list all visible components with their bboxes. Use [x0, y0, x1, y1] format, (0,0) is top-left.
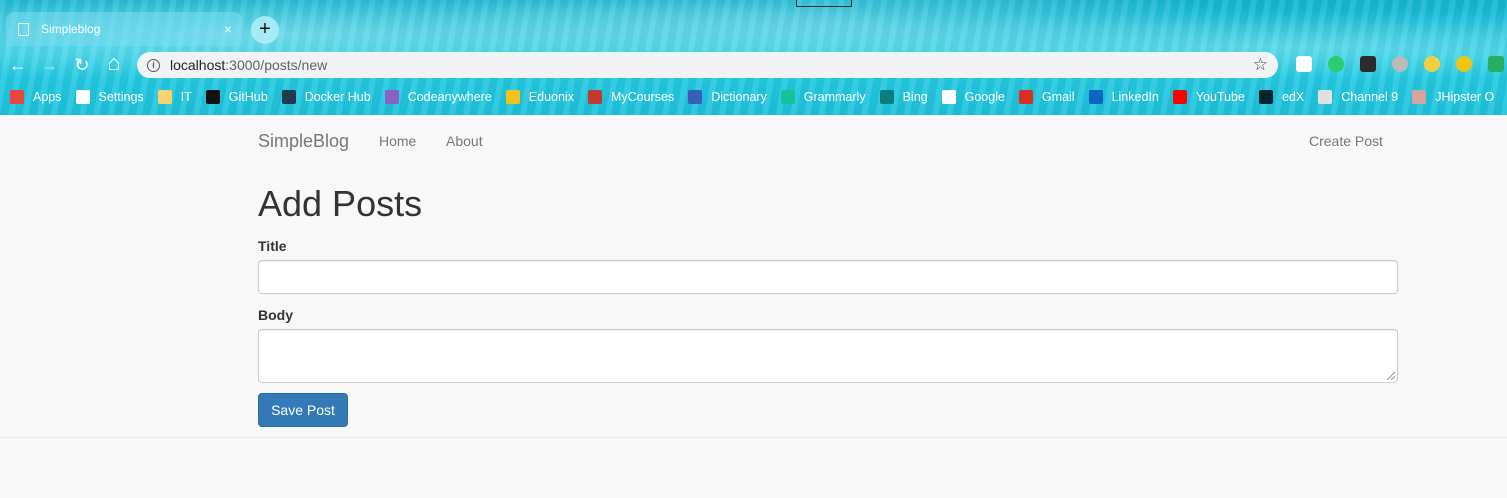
google-icon — [941, 90, 956, 104]
body-textarea[interactable] — [258, 329, 1398, 383]
grammarly-icon — [780, 90, 795, 104]
bookmark-item[interactable]: Settings — [75, 90, 144, 104]
bookmark-label: Gmail — [1041, 90, 1075, 104]
page-title: Add Posts — [258, 183, 423, 224]
site-brand[interactable]: SimpleBlog — [258, 131, 349, 152]
page-content: SimpleBlog Home About Create Post Add Po… — [0, 115, 1507, 498]
bookmarks-bar: Apps Settings IT GitHub Docker Hub Codeanywhe… — [0, 86, 1507, 108]
apps-grid-icon — [10, 90, 24, 104]
bookmark-item[interactable]: JHipster O — [1412, 90, 1494, 104]
dictionary-icon — [688, 90, 703, 104]
home-icon[interactable]: ⌂ — [102, 51, 126, 75]
resize-grip-icon[interactable] — [1387, 372, 1395, 380]
save-post-button[interactable]: Save Post — [258, 393, 348, 427]
bookmark-item[interactable]: Apps — [10, 90, 62, 104]
title-input[interactable] — [258, 260, 1398, 294]
body-label: Body — [258, 307, 293, 323]
page-icon — [18, 22, 29, 36]
bookmark-item[interactable]: Channel 9 — [1318, 90, 1398, 104]
mycourses-icon — [587, 90, 602, 104]
nav-create-post-link[interactable]: Create Post — [1309, 133, 1383, 149]
bookmark-item[interactable]: Gmail — [1018, 90, 1075, 104]
footer-divider — [0, 437, 1507, 438]
bookmark-label: IT — [180, 90, 192, 104]
bookmark-item[interactable]: LinkedIn — [1088, 90, 1159, 104]
bookmark-label: Eduonix — [528, 90, 574, 104]
bookmark-item[interactable]: Dictionary — [688, 90, 767, 104]
bookmark-item[interactable]: GitHub — [205, 90, 268, 104]
nav-about-link[interactable]: About — [446, 133, 483, 149]
bookmark-label: Codeanywhere — [407, 90, 492, 104]
extension-todo-icon[interactable] — [1360, 56, 1376, 72]
linkedin-icon — [1088, 90, 1103, 104]
bookmark-label: LinkedIn — [1111, 90, 1159, 104]
extension-check-icon[interactable] — [1488, 56, 1504, 72]
gear-icon — [75, 90, 90, 104]
bookmark-item[interactable]: Codeanywhere — [384, 90, 492, 104]
bookmark-label: Google — [964, 90, 1005, 104]
new-tab-button[interactable]: + — [251, 16, 279, 44]
bookmark-label: Settings — [98, 90, 144, 104]
bookmark-item[interactable]: Eduonix — [505, 90, 574, 104]
bookmark-label: Bing — [902, 90, 928, 104]
bing-icon — [879, 90, 894, 104]
tab-title: Simpleblog — [41, 22, 101, 36]
bookmark-label: YouTube — [1195, 90, 1245, 104]
bookmark-item[interactable]: YouTube — [1172, 90, 1245, 104]
bookmark-item[interactable]: edX — [1258, 90, 1305, 104]
bookmark-item[interactable]: Grammarly — [780, 90, 866, 104]
browser-chrome: Simpleblog × + ← → ↻ ⌂ i localhost:3000/… — [0, 0, 1507, 115]
bookmark-star-icon[interactable]: ☆ — [1253, 55, 1268, 75]
edx-icon — [1258, 90, 1273, 104]
bookmark-label: Dictionary — [711, 90, 767, 104]
extension-search-icon[interactable] — [1424, 56, 1440, 72]
back-icon[interactable]: ← — [6, 53, 30, 77]
info-icon[interactable]: i — [147, 58, 160, 72]
jhipster-icon — [1412, 90, 1427, 104]
reload-icon[interactable]: ↻ — [70, 53, 94, 77]
bookmark-label: GitHub — [228, 90, 268, 104]
url-path: :3000/posts/new — [225, 57, 328, 73]
channel9-icon — [1318, 90, 1333, 104]
github-icon — [205, 90, 220, 104]
extension-gray-icon[interactable] — [1392, 56, 1408, 72]
bookmark-item[interactable]: Docker Hub — [281, 90, 371, 104]
bookmark-label: Grammarly — [803, 90, 866, 104]
bookmark-item[interactable]: MyCourses — [587, 90, 675, 104]
forward-icon[interactable]: → — [37, 53, 61, 77]
window-notch — [796, 0, 852, 7]
codeanywhere-icon — [384, 90, 399, 104]
gmail-icon — [1018, 90, 1033, 104]
title-label: Title — [258, 238, 287, 254]
address-bar[interactable]: i localhost:3000/posts/new ☆ — [137, 52, 1278, 78]
extension-u-icon[interactable] — [1296, 56, 1312, 72]
youtube-icon — [1172, 90, 1187, 104]
extension-home-icon[interactable] — [1456, 56, 1472, 72]
tab-close-icon[interactable]: × — [224, 21, 232, 37]
bookmark-item[interactable]: Google — [941, 90, 1005, 104]
folder-icon — [157, 90, 172, 104]
site-navbar: SimpleBlog Home About Create Post — [0, 115, 1507, 167]
bookmark-label: MyCourses — [610, 90, 675, 104]
bookmark-label: edX — [1281, 90, 1305, 104]
nav-home-link[interactable]: Home — [379, 133, 416, 149]
bookmark-item[interactable]: IT — [157, 90, 192, 104]
bookmark-label: Docker Hub — [304, 90, 371, 104]
bookmark-label: JHipster O — [1435, 90, 1495, 104]
url-host: localhost — [170, 57, 226, 73]
extension-green-icon[interactable] — [1328, 56, 1344, 72]
browser-tab[interactable]: Simpleblog × — [6, 12, 242, 46]
bookmark-label: Apps — [33, 90, 62, 104]
bookmark-label: Channel 9 — [1341, 90, 1399, 104]
bookmark-item[interactable]: Bing — [879, 90, 928, 104]
docker-icon — [281, 90, 296, 104]
eduonix-icon — [505, 90, 520, 104]
